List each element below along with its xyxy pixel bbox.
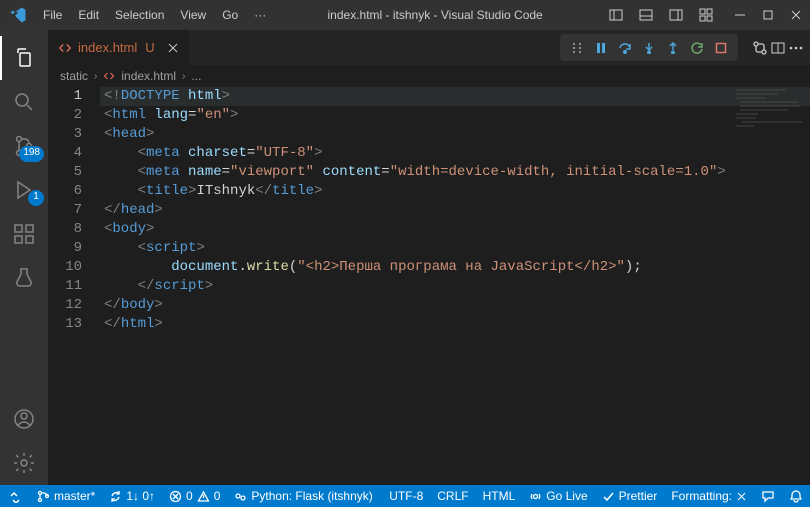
- close-window-button[interactable]: [782, 0, 810, 30]
- minimap[interactable]: [730, 87, 810, 147]
- source-control-icon[interactable]: 198: [0, 124, 48, 168]
- code-line: <script>: [100, 239, 810, 258]
- code-line: <meta name="viewport" content="width=dev…: [100, 163, 810, 182]
- code-line: <html lang="en">: [100, 106, 810, 125]
- chevron-right-icon: ›: [182, 71, 185, 82]
- menu-view[interactable]: View: [172, 0, 214, 30]
- prettier-status[interactable]: Prettier: [595, 485, 665, 507]
- remote-indicator[interactable]: [0, 485, 30, 507]
- menu-go[interactable]: Go: [214, 0, 246, 30]
- maximize-button[interactable]: [754, 0, 782, 30]
- layout-controls: [596, 0, 726, 30]
- code-line: <meta charset="UTF-8">: [100, 144, 810, 163]
- eol-indicator[interactable]: CRLF: [430, 485, 475, 507]
- code-line: <!DOCTYPE html>: [100, 87, 810, 106]
- git-sync[interactable]: 1↓ 0↑: [102, 485, 162, 507]
- breadcrumb-folder[interactable]: static: [60, 69, 88, 83]
- go-live-button[interactable]: Go Live: [522, 485, 594, 507]
- debug-pause-icon[interactable]: [590, 36, 612, 60]
- editor-actions: [746, 30, 810, 65]
- search-icon[interactable]: [0, 80, 48, 124]
- breadcrumb-file[interactable]: index.html: [121, 69, 176, 83]
- toggle-panel-right-icon[interactable]: [662, 0, 690, 30]
- git-branch[interactable]: master*: [30, 485, 102, 507]
- formatting-status[interactable]: Formatting:: [664, 485, 754, 507]
- vscode-icon: [0, 6, 35, 24]
- breadcrumb-more[interactable]: ...: [191, 69, 201, 83]
- title-bar: File Edit Selection View Go ··· index.ht…: [0, 0, 810, 30]
- breadcrumb[interactable]: static › index.html › ...: [48, 65, 810, 87]
- python-interpreter[interactable]: Python: Flask (itshnyk): [227, 485, 379, 507]
- code-line: </script>: [100, 277, 810, 296]
- debug-restart-icon[interactable]: [686, 36, 708, 60]
- code-line: </head>: [100, 201, 810, 220]
- split-editor-icon[interactable]: [770, 40, 786, 56]
- scm-badge: 198: [19, 146, 44, 162]
- feedback-icon[interactable]: [754, 485, 782, 507]
- code-content[interactable]: <!DOCTYPE html> <html lang="en"> <head> …: [100, 87, 810, 485]
- code-line: </html>: [100, 315, 810, 334]
- line-number-gutter: 1 2 3 4 5 6 7 8 9 10 11 12 13: [48, 87, 100, 485]
- tab-bar: index.html U: [48, 30, 810, 65]
- tab-modified-indicator: U: [145, 40, 154, 55]
- encoding-indicator[interactable]: UTF-8: [382, 485, 430, 507]
- code-line: <title>ITshnyk</title>: [100, 182, 810, 201]
- debug-step-into-icon[interactable]: [638, 36, 660, 60]
- menu-file[interactable]: File: [35, 0, 70, 30]
- activity-bar: 198 1: [0, 30, 48, 485]
- testing-icon[interactable]: [0, 256, 48, 300]
- toggle-panel-left-icon[interactable]: [602, 0, 630, 30]
- menu-selection[interactable]: Selection: [107, 0, 172, 30]
- html-file-icon: [58, 41, 72, 55]
- tab-name: index.html: [78, 40, 137, 55]
- debug-badge: 1: [28, 190, 44, 206]
- debug-step-over-icon[interactable]: [614, 36, 636, 60]
- menu-overflow[interactable]: ···: [246, 0, 274, 30]
- notifications-icon[interactable]: [782, 485, 810, 507]
- debug-step-out-icon[interactable]: [662, 36, 684, 60]
- html-file-icon: [103, 70, 115, 82]
- accounts-icon[interactable]: [0, 397, 48, 441]
- menu-bar: File Edit Selection View Go ···: [35, 0, 274, 30]
- debug-toolbar: [560, 34, 738, 61]
- code-line: <body>: [100, 220, 810, 239]
- window-title: index.html - itshnyk - Visual Studio Cod…: [274, 8, 596, 22]
- explorer-icon[interactable]: [0, 36, 48, 80]
- tab-index-html[interactable]: index.html U: [48, 30, 190, 65]
- status-bar: master* 1↓ 0↑ 0 0 Python: Flask (itshnyk…: [0, 485, 810, 507]
- compare-changes-icon[interactable]: [752, 40, 768, 56]
- debug-stop-icon[interactable]: [710, 36, 732, 60]
- code-line: document.write("<h2>Перша програма на Ja…: [100, 258, 810, 277]
- customize-layout-icon[interactable]: [692, 0, 720, 30]
- code-line: <head>: [100, 125, 810, 144]
- close-tab-icon[interactable]: [167, 42, 179, 54]
- run-debug-icon[interactable]: 1: [0, 168, 48, 212]
- code-editor[interactable]: 1 2 3 4 5 6 7 8 9 10 11 12 13 <!DOCTYPE …: [48, 87, 810, 485]
- language-mode[interactable]: HTML: [476, 485, 523, 507]
- window-controls: [726, 0, 810, 30]
- debug-drag-handle-icon[interactable]: [566, 36, 588, 60]
- chevron-right-icon: ›: [94, 71, 97, 82]
- settings-gear-icon[interactable]: [0, 441, 48, 485]
- extensions-icon[interactable]: [0, 212, 48, 256]
- problems-indicator[interactable]: 0 0: [162, 485, 227, 507]
- toggle-panel-bottom-icon[interactable]: [632, 0, 660, 30]
- more-actions-icon[interactable]: [788, 40, 804, 56]
- code-line: </body>: [100, 296, 810, 315]
- minimize-button[interactable]: [726, 0, 754, 30]
- menu-edit[interactable]: Edit: [70, 0, 107, 30]
